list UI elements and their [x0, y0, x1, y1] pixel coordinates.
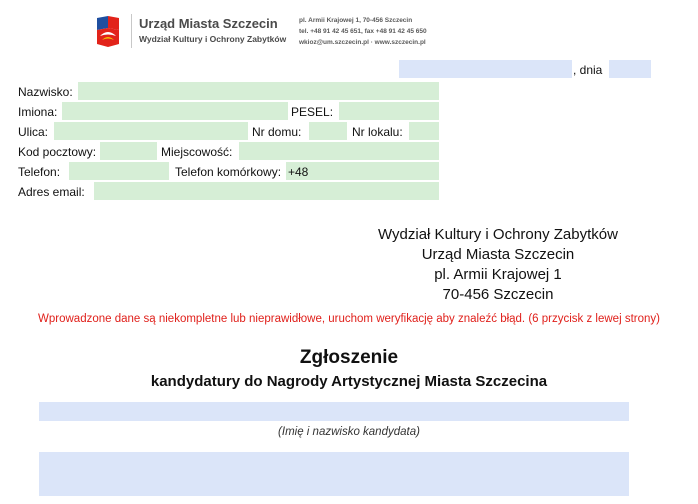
pesel-field[interactable]: [339, 102, 439, 120]
email-label: Adres email:: [18, 185, 85, 199]
header-phone: tel. +48 91 42 45 651, fax +48 91 42 45 …: [299, 28, 427, 35]
date-field[interactable]: [609, 60, 651, 78]
recipient-address: Wydział Kultury i Ochrony Zabytków Urząd…: [348, 225, 648, 305]
document-subtitle: kandydatury do Nagrody Artystycznej Mias…: [150, 373, 548, 390]
telefon-label: Telefon:: [18, 165, 61, 179]
recipient-line-3: pl. Armii Krajowej 1: [434, 266, 562, 283]
candidate-name-field[interactable]: [39, 402, 629, 421]
candidate-name-caption: (Imię i nazwisko kandydata): [278, 426, 420, 438]
nazwisko-label: Nazwisko:: [18, 85, 73, 99]
imiona-field[interactable]: [62, 102, 288, 120]
nr-domu-label: Nr domu:: [252, 125, 302, 139]
telefon-komorkowy-label: Telefon komórkowy:: [175, 165, 282, 179]
org-name: Urząd Miasta Szczecin: [139, 16, 278, 31]
nr-domu-field[interactable]: [309, 122, 347, 140]
nr-lokalu-field[interactable]: [409, 122, 439, 140]
telefon-field[interactable]: [69, 162, 169, 180]
kod-pocztowy-label: Kod pocztowy:: [18, 145, 97, 159]
miejscowosc-field[interactable]: [239, 142, 439, 160]
pesel-label: PESEL:: [291, 105, 334, 119]
kod-pocztowy-field[interactable]: [100, 142, 157, 160]
miejscowosc-label: Miejscowość:: [161, 145, 233, 159]
validation-warning: Wprowadzone dane są niekompletne lub nie…: [38, 313, 660, 325]
city-logo-icon: [94, 14, 122, 48]
department-name: Wydział Kultury i Ochrony Zabytków: [139, 34, 287, 44]
nr-lokalu-label: Nr lokalu:: [352, 125, 403, 139]
header-address: pl. Armii Krajowej 1, 70-456 Szczecin: [299, 17, 413, 24]
recipient-line-1: Wydział Kultury i Ochrony Zabytków: [378, 226, 618, 243]
date-separator: , dnia: [573, 63, 603, 77]
header-web: wkioz@um.szczecin.pl · www.szczecin.pl: [299, 39, 426, 46]
phone-prefix: +48: [288, 165, 309, 179]
recipient-line-4: 70-456 Szczecin: [442, 286, 554, 303]
email-field[interactable]: [94, 182, 439, 200]
document-title: Zgłoszenie: [299, 347, 399, 368]
imiona-label: Imiona:: [18, 105, 58, 119]
recipient-line-2: Urząd Miasta Szczecin: [421, 246, 575, 263]
place-field[interactable]: [399, 60, 572, 78]
telefon-komorkowy-field[interactable]: +48: [286, 162, 439, 180]
candidate-details-field[interactable]: [39, 452, 629, 496]
ulica-field[interactable]: [54, 122, 248, 140]
ulica-label: Ulica:: [18, 125, 49, 139]
header-divider: [131, 14, 132, 48]
nazwisko-field[interactable]: [78, 82, 439, 100]
